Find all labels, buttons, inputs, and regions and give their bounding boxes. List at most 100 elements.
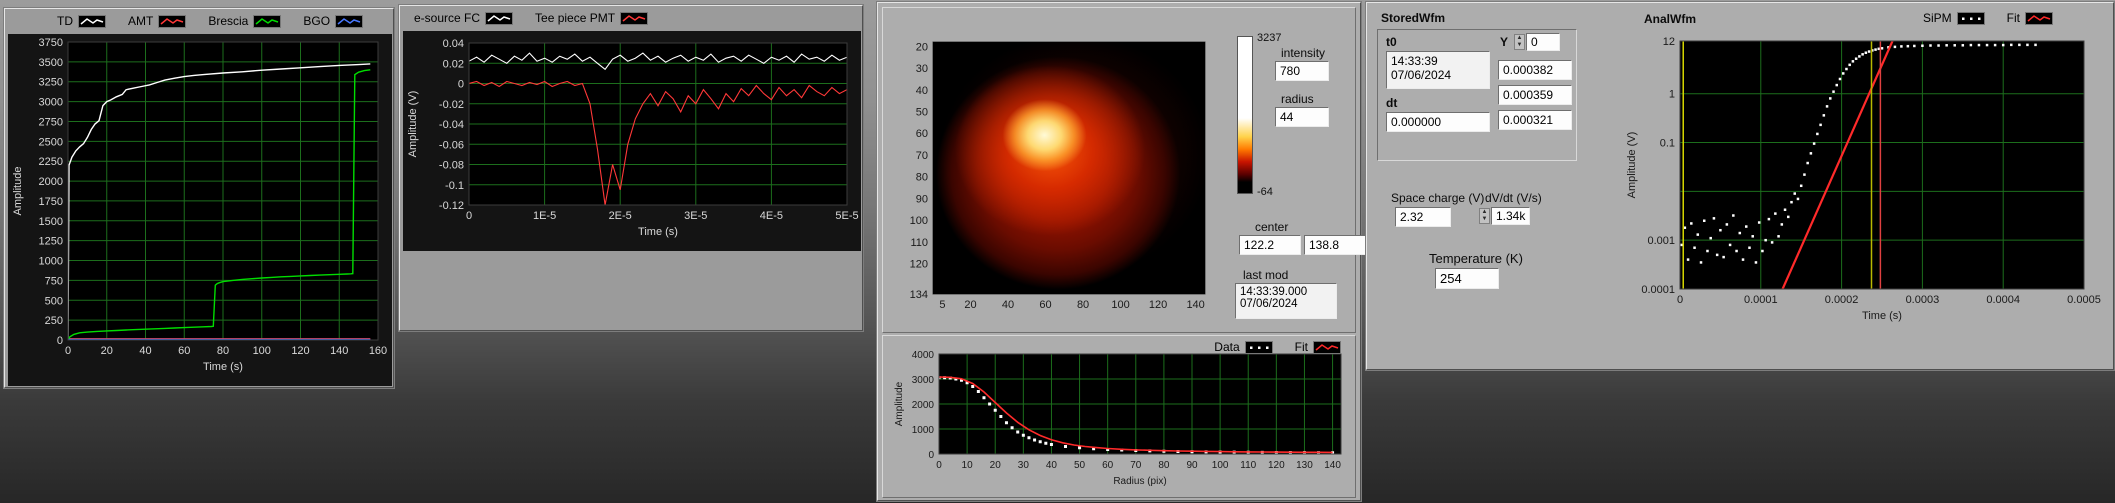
y-array-value-2: 0.000321 [1498, 110, 1572, 130]
svg-text:100: 100 [253, 345, 271, 357]
svg-text:60: 60 [1102, 460, 1114, 471]
analwfm-log-graph[interactable]: 0 0.0001 0.0002 0.0003 0.0004 0.0005 12 1 0.1 0.0… [1622, 25, 2112, 341]
temperature-label: Temperature (K) [1429, 251, 1523, 266]
dt-label: dt [1386, 96, 1398, 110]
legend-item-esource[interactable]: e-source FC [414, 11, 514, 25]
svg-text:70: 70 [1130, 460, 1142, 471]
svg-text:Amplitude (V): Amplitude (V) [407, 91, 419, 158]
svg-text:Radius (pix): Radius (pix) [1113, 476, 1166, 487]
legend-item-sipm[interactable]: SiPM [1923, 11, 1985, 25]
bgo-plot-sample-icon [335, 14, 364, 28]
y-array-index-value[interactable]: 0 [1526, 33, 1560, 51]
svg-text:70: 70 [916, 150, 928, 162]
svg-text:0.001: 0.001 [1647, 235, 1675, 247]
lastmod-label: last mod [1243, 268, 1289, 282]
svg-text:90: 90 [916, 193, 928, 205]
t0-timestamp: 14:33:39 07/06/2024 [1386, 51, 1490, 89]
legend-item-analfit[interactable]: Fit [2006, 11, 2054, 25]
svg-text:2E-5: 2E-5 [609, 210, 632, 222]
beam-image-panel: 5 20 40 60 80 100 120 140 20 30 40 50 60 70 80 90 100 110… [877, 2, 1366, 501]
svg-text:134: 134 [910, 289, 928, 301]
lastmod-value: 14:33:39.000 07/06/2024 [1235, 283, 1337, 319]
legend-item-bgo[interactable]: BGO [303, 14, 364, 28]
dvdt-spinner-icon[interactable]: ▲ ▼ [1479, 208, 1490, 224]
dvdt-control[interactable]: ▲ ▼ 1.34k [1479, 207, 1531, 225]
svg-text:60: 60 [1039, 299, 1051, 311]
legend-label: Fit [1294, 340, 1308, 354]
legend-label: Fit [2006, 11, 2021, 25]
svg-text:-0.06: -0.06 [439, 139, 464, 151]
rates-graph-panel: TD AMT Brescia BGO 0 20 40 60 80 100 120 140 160… [4, 8, 394, 388]
y-array-index-control[interactable]: ▲ ▼ 0 [1514, 33, 1560, 51]
intensity-colorbar[interactable] [1237, 36, 1253, 194]
svg-text:160: 160 [369, 345, 387, 357]
legend-item-teepiece[interactable]: Tee piece PMT [535, 11, 649, 25]
lastmod-time: 14:33:39.000 [1240, 286, 1308, 298]
center-x-value: 122.2 [1239, 235, 1301, 255]
intensity-image-graph[interactable]: 5 20 40 60 80 100 120 140 20 30 40 50 60 70 80 90 100 110… [895, 28, 1251, 330]
legend-label: e-source FC [414, 11, 481, 25]
svg-text:1750: 1750 [39, 196, 63, 208]
radial-profile-graph[interactable]: 0 10 20 30 40 50 60 70 80 90 100 110 120 130 140 0 1000 2… [889, 340, 1353, 494]
legend-item-td[interactable]: TD [57, 14, 106, 28]
svg-text:0.04: 0.04 [443, 38, 464, 50]
svg-text:2000: 2000 [39, 176, 63, 188]
intensity-value: 780 [1275, 61, 1329, 81]
svg-text:-0.1: -0.1 [445, 180, 464, 192]
legend-item-fit[interactable]: Fit [1295, 340, 1341, 354]
esource-waveform-graph[interactable]: 0 1E-5 2E-5 3E-5 4E-5 5E-5 0.04 0.02 0 -0.02 -0.04… [403, 31, 861, 251]
svg-text:50: 50 [1074, 460, 1086, 471]
dvdt-label: dV/dt (V/s) [1485, 191, 1542, 205]
svg-text:0.1: 0.1 [1660, 138, 1675, 150]
svg-text:110: 110 [1240, 460, 1256, 471]
svg-text:100: 100 [1212, 460, 1229, 471]
svg-text:80: 80 [1077, 299, 1089, 311]
svg-text:90: 90 [1186, 460, 1198, 471]
svg-text:40: 40 [1002, 299, 1014, 311]
radial-profile-legend: Data Fit [1214, 340, 1341, 354]
svg-text:0: 0 [1677, 294, 1683, 306]
svg-text:-0.02: -0.02 [439, 99, 464, 111]
svg-text:0.02: 0.02 [443, 58, 464, 70]
legend-item-amt[interactable]: AMT [128, 14, 187, 28]
svg-text:2500: 2500 [39, 136, 63, 148]
y-array-label: Y [1500, 35, 1509, 49]
y-array-value-1: 0.000359 [1498, 85, 1572, 105]
svg-text:0: 0 [466, 210, 472, 222]
legend-item-data[interactable]: Data [1214, 340, 1273, 354]
center-label: center [1255, 220, 1289, 234]
svg-text:50: 50 [916, 107, 928, 119]
svg-text:-0.08: -0.08 [439, 160, 464, 172]
svg-text:20: 20 [101, 345, 113, 357]
svg-text:0: 0 [936, 460, 942, 471]
svg-text:Amplitude: Amplitude [894, 381, 905, 426]
sipm-plot-sample-icon [1956, 11, 1985, 25]
amplitude-vs-time-graph[interactable]: 0 20 40 60 80 100 120 140 160 0 250 500 750 1000 1250 1… [8, 34, 392, 386]
storedwfm-cluster: t0 14:33:39 07/06/2024 dt 0.000000 Y ▲ ▼ … [1377, 29, 1577, 161]
space-charge-value: 2.32 [1395, 207, 1451, 227]
legend-label: BGO [303, 14, 331, 28]
svg-text:500: 500 [45, 295, 63, 307]
waveform-graph-panel: e-source FC Tee piece PMT 0 1E-5 2E-5 3E-5 4… [399, 5, 863, 331]
legend-item-brescia[interactable]: Brescia [208, 14, 282, 28]
svg-text:120: 120 [1268, 460, 1285, 471]
svg-text:100: 100 [1111, 299, 1129, 311]
svg-text:-0.12: -0.12 [439, 200, 464, 212]
svg-text:20: 20 [964, 299, 976, 311]
index-spinner-icon[interactable]: ▲ ▼ [1514, 34, 1525, 50]
svg-text:10: 10 [962, 460, 974, 471]
svg-text:60: 60 [178, 345, 190, 357]
lastmod-date: 07/06/2024 [1240, 298, 1298, 310]
svg-text:80: 80 [1158, 460, 1170, 471]
legend-label: Brescia [208, 14, 249, 28]
svg-text:1500: 1500 [39, 216, 63, 228]
svg-text:Time (s): Time (s) [1862, 310, 1902, 322]
t0-label: t0 [1386, 35, 1397, 49]
colorbar-max-value: 3237 [1257, 32, 1282, 44]
svg-text:0.0003: 0.0003 [1906, 294, 1940, 306]
svg-text:3E-5: 3E-5 [684, 210, 707, 222]
svg-text:40: 40 [139, 345, 151, 357]
svg-text:Amplitude (V): Amplitude (V) [1626, 132, 1638, 199]
svg-text:3000: 3000 [912, 375, 935, 386]
dvdt-value[interactable]: 1.34k [1491, 207, 1531, 225]
